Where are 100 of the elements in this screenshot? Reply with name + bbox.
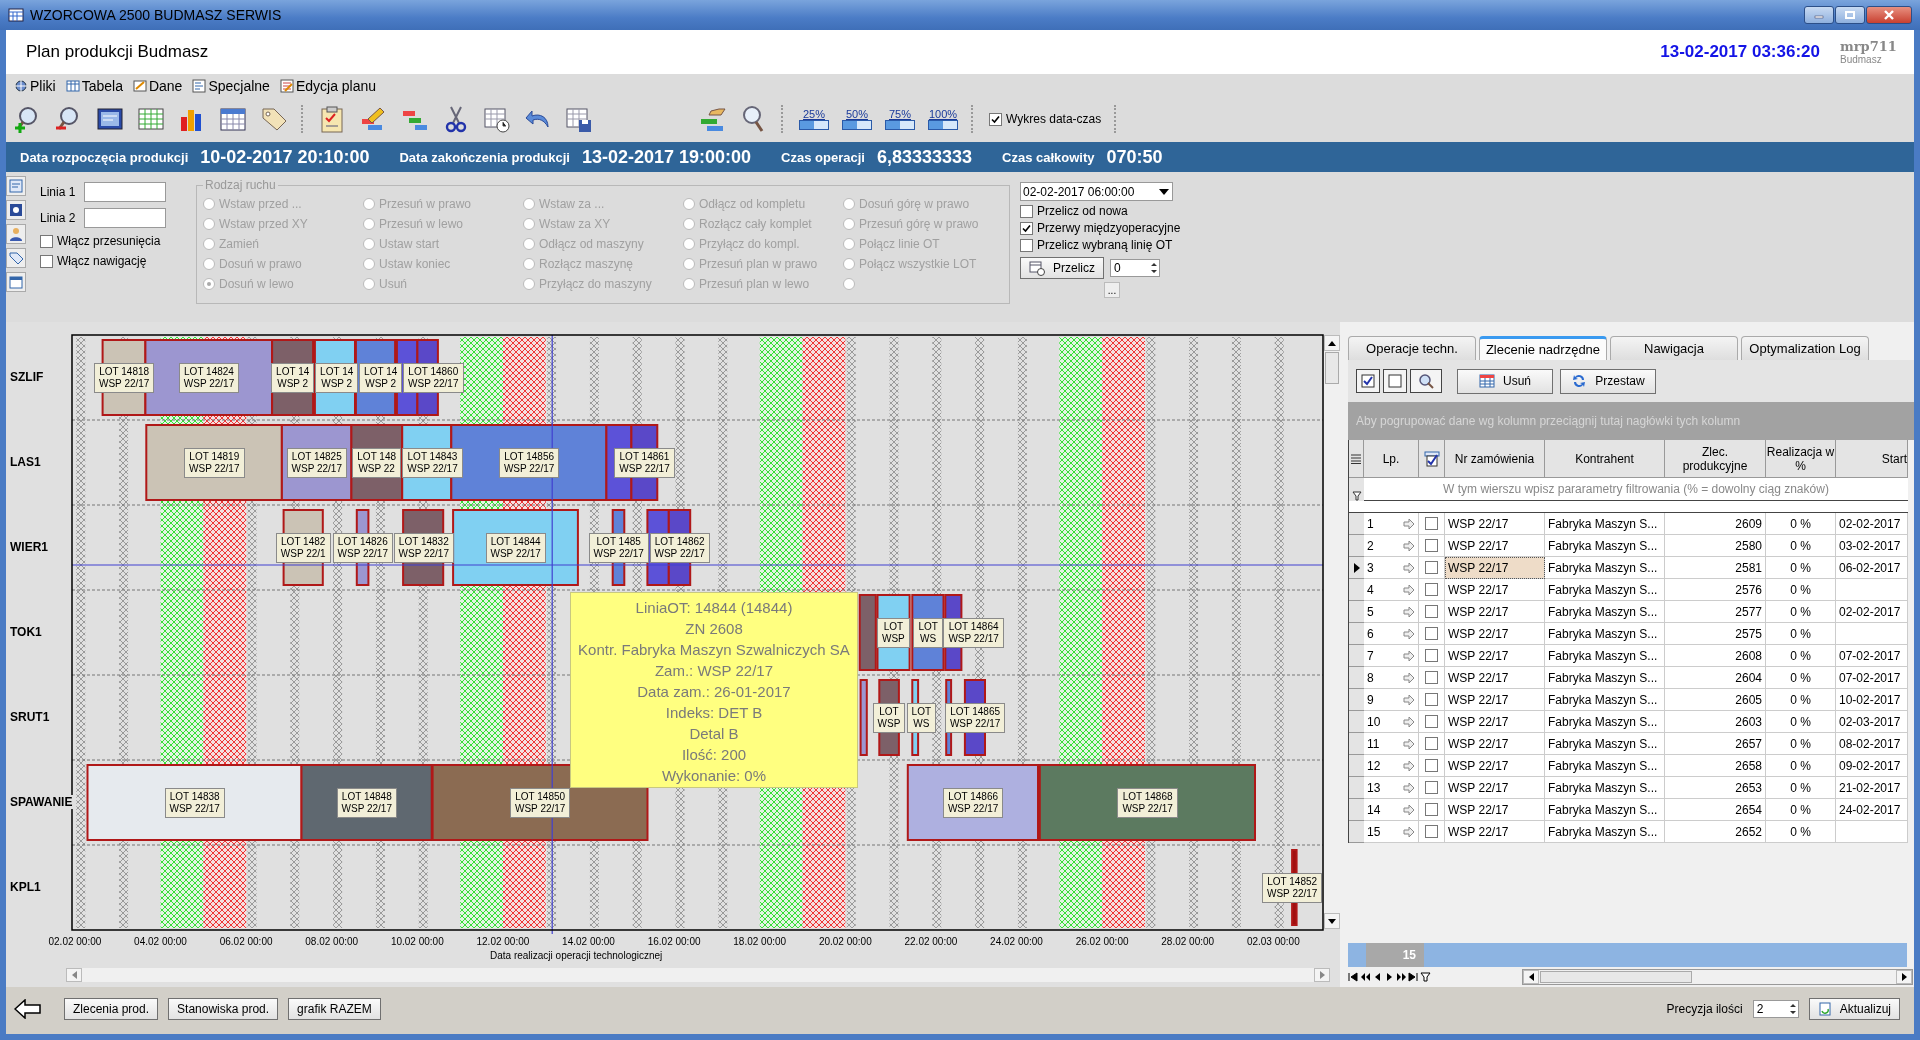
arrow-icon[interactable] <box>1403 738 1415 749</box>
menu-item[interactable]: Edycja planu <box>277 78 379 94</box>
toolbar-button[interactable] <box>96 105 124 133</box>
zoom-button[interactable]: 25% <box>799 108 829 130</box>
side-tool-button[interactable] <box>6 224 26 244</box>
scroll-up-button[interactable] <box>1324 335 1340 351</box>
side-tool-button[interactable] <box>6 200 26 220</box>
arrow-icon[interactable] <box>1403 518 1415 529</box>
date-dropdown[interactable]: 02-02-2017 06:00:00 <box>1020 182 1173 201</box>
search-button[interactable] <box>1410 369 1442 393</box>
checkbox[interactable] <box>1425 517 1438 530</box>
checkbox[interactable] <box>1020 221 1033 235</box>
arrow-icon[interactable] <box>1403 760 1415 771</box>
column-header[interactable]: Zlec. produkcyjne <box>1665 440 1766 478</box>
toolbar-button[interactable] <box>483 105 511 133</box>
column-header[interactable]: Realizacja w % <box>1766 440 1836 478</box>
arrow-icon[interactable] <box>1403 672 1415 683</box>
zoom-button[interactable]: 50% <box>842 108 872 130</box>
recalculate-button[interactable]: Przelicz <box>1020 257 1104 279</box>
navigator-button[interactable] <box>1420 972 1431 982</box>
update-button[interactable]: Aktualizuj <box>1808 997 1900 1020</box>
nav-button[interactable]: Zlecenia prod. <box>64 997 159 1020</box>
zoom-button[interactable]: 100% <box>928 108 958 130</box>
tab[interactable]: Nawigacja <box>1610 336 1738 360</box>
column-header[interactable]: Kontrahent <box>1545 440 1665 478</box>
delete-button[interactable]: Usuń <box>1457 368 1553 394</box>
arrow-icon[interactable] <box>1403 562 1415 573</box>
checkbox[interactable] <box>1425 693 1438 706</box>
number-spinner[interactable]: 2 <box>1752 999 1799 1018</box>
toolbar-button[interactable] <box>260 105 288 133</box>
side-tool-button[interactable] <box>6 248 26 268</box>
checkbox[interactable] <box>1425 781 1438 794</box>
check-all-button[interactable] <box>1356 369 1380 393</box>
checkbox[interactable] <box>1425 715 1438 728</box>
toolbar-button[interactable] <box>219 105 247 133</box>
checkbox[interactable] <box>1020 204 1033 218</box>
arrow-icon[interactable] <box>1403 716 1415 727</box>
menu-item[interactable]: Specjalne <box>190 78 272 94</box>
arrow-icon[interactable] <box>1403 606 1415 617</box>
checkbox[interactable] <box>1425 605 1438 618</box>
toolbar-button[interactable] <box>565 105 593 133</box>
column-header[interactable]: Nr zamówienia <box>1445 440 1545 478</box>
nav-button[interactable]: Stanowiska prod. <box>168 997 279 1020</box>
checkbox[interactable] <box>1020 238 1033 252</box>
select-column-header[interactable] <box>1419 440 1445 478</box>
checkbox[interactable] <box>40 234 53 248</box>
scroll-right-button[interactable] <box>1896 970 1912 984</box>
checkbox[interactable] <box>1425 825 1438 838</box>
rearrange-button[interactable]: Przestaw <box>1560 368 1656 394</box>
tab[interactable]: Optymalization Log <box>1741 336 1869 360</box>
menu-item[interactable]: Pliki <box>12 78 58 94</box>
column-header[interactable]: Start <box>1836 440 1908 478</box>
scroll-left-button[interactable] <box>1523 970 1539 984</box>
text-field[interactable] <box>84 208 166 228</box>
arrow-icon[interactable] <box>1403 540 1415 551</box>
number-spinner[interactable]: 0 <box>1110 259 1160 277</box>
checkbox[interactable] <box>40 254 53 268</box>
arrow-icon[interactable] <box>1403 826 1415 837</box>
checkbox[interactable] <box>1425 649 1438 662</box>
menu-item[interactable]: Dane <box>130 78 185 94</box>
navigator-button[interactable] <box>1408 972 1419 982</box>
checkbox[interactable] <box>1425 627 1438 640</box>
minimize-button[interactable] <box>1804 6 1834 24</box>
side-tool-button[interactable] <box>6 272 26 292</box>
task-bar[interactable] <box>86 764 303 841</box>
scrollbar-thumb[interactable] <box>1325 352 1339 384</box>
zoom-button[interactable]: 75% <box>885 108 915 130</box>
checkbox[interactable] <box>1425 583 1438 596</box>
checkbox[interactable] <box>1425 759 1438 772</box>
arrow-icon[interactable] <box>1403 804 1415 815</box>
scroll-down-button[interactable] <box>1324 913 1340 929</box>
row-selector[interactable] <box>1349 557 1364 579</box>
scrollbar[interactable] <box>1522 969 1913 985</box>
back-button[interactable] <box>14 998 42 1019</box>
tab[interactable]: Zlecenie nadrzędne <box>1479 336 1607 360</box>
scrollbar[interactable] <box>1324 335 1340 929</box>
navigator-button[interactable] <box>1360 972 1371 982</box>
checkbox[interactable] <box>1425 671 1438 684</box>
nav-button[interactable]: grafik RAZEM <box>288 997 381 1020</box>
column-chooser-button[interactable] <box>1349 440 1364 478</box>
checkbox[interactable] <box>1425 803 1438 816</box>
tab[interactable]: Operacje techn. <box>1348 336 1476 360</box>
navigator-button[interactable] <box>1348 972 1359 982</box>
checkbox[interactable] <box>1425 737 1438 750</box>
maximize-button[interactable] <box>1835 6 1865 24</box>
uncheck-all-button[interactable] <box>1383 369 1407 393</box>
checkbox[interactable] <box>1425 561 1438 574</box>
checkbox[interactable] <box>1425 539 1438 552</box>
text-field[interactable] <box>84 182 166 202</box>
navigator-button[interactable] <box>1396 972 1407 982</box>
menu-item[interactable]: Tabela <box>63 78 125 94</box>
arrow-icon[interactable] <box>1403 650 1415 661</box>
task-bar[interactable] <box>1038 764 1256 841</box>
column-header[interactable]: Lp. <box>1364 440 1419 478</box>
close-button[interactable] <box>1866 6 1912 24</box>
arrow-icon[interactable] <box>1403 584 1415 595</box>
more-button[interactable]: ... <box>1104 282 1120 298</box>
arrow-icon[interactable] <box>1403 694 1415 705</box>
arrow-icon[interactable] <box>1403 782 1415 793</box>
arrow-icon[interactable] <box>1403 628 1415 639</box>
